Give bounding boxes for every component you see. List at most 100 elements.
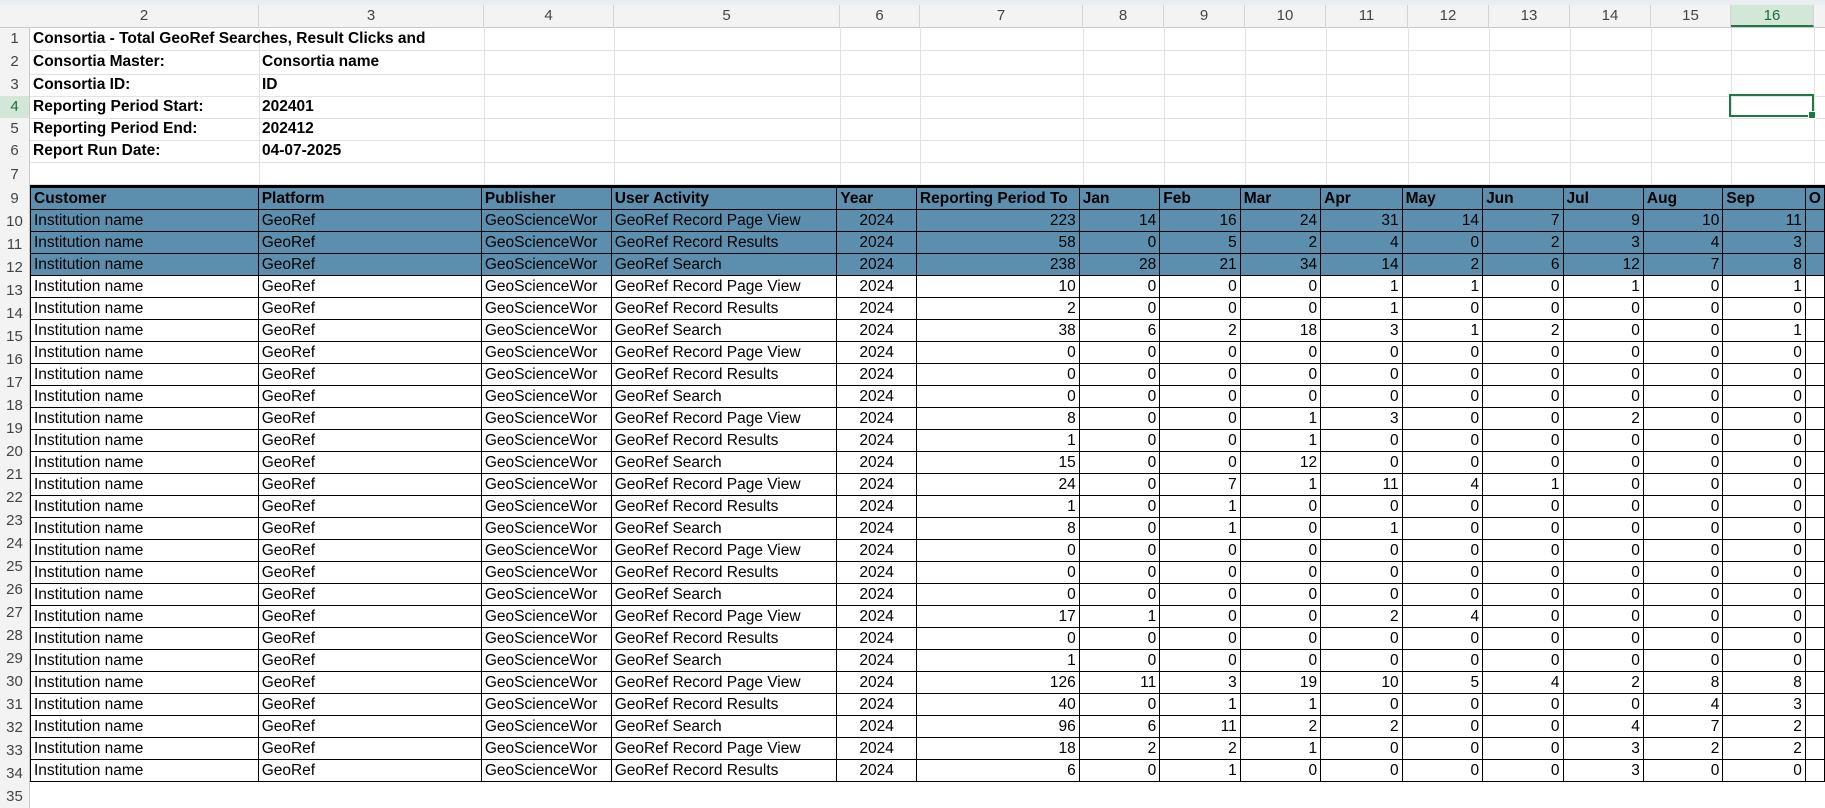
column-header-5[interactable]: 5	[614, 5, 840, 27]
run-date-label[interactable]: Report Run Date:	[30, 140, 255, 162]
table-cell[interactable]: 40	[915, 693, 1080, 716]
table-cell[interactable]: 0	[1401, 561, 1484, 584]
row-header-9[interactable]: 9	[0, 187, 30, 210]
table-cell[interactable]	[1804, 583, 1825, 606]
table-cell[interactable]: 0	[1320, 539, 1403, 562]
table-cell[interactable]: 11	[1722, 209, 1806, 232]
row-header-13[interactable]: 13	[0, 279, 30, 302]
table-cell[interactable]: 0	[1078, 517, 1161, 540]
table-cell[interactable]: GeoRef Search	[610, 385, 838, 408]
table-cell[interactable]: 1	[1239, 407, 1322, 430]
table-cell[interactable]: GeoRef Search	[610, 583, 838, 606]
consortia-master-label[interactable]: Consortia Master:	[30, 50, 255, 74]
table-cell[interactable]: 0	[1159, 407, 1241, 430]
table-cell[interactable]: GeoRef	[257, 693, 482, 716]
table-cell[interactable]: 0	[915, 583, 1080, 606]
table-cell[interactable]: 0	[1482, 429, 1564, 452]
table-cell[interactable]: 0	[1482, 693, 1564, 716]
table-cell[interactable]: 1	[1401, 319, 1484, 342]
table-cell[interactable]: 0	[1562, 583, 1644, 606]
table-cell[interactable]: 0	[1078, 385, 1161, 408]
table-cell[interactable]	[1804, 275, 1825, 298]
column-heading[interactable]: Jul	[1562, 187, 1644, 210]
table-cell[interactable]: 6	[1078, 319, 1161, 342]
row-header-26[interactable]: 26	[0, 578, 30, 601]
column-heading[interactable]: Sep	[1722, 187, 1806, 210]
table-cell[interactable]: 0	[915, 341, 1080, 364]
table-cell[interactable]: 2	[1239, 231, 1322, 254]
table-cell[interactable]: GeoRef	[257, 671, 482, 694]
table-cell[interactable]: 2	[1159, 319, 1241, 342]
table-cell[interactable]: 0	[1482, 451, 1564, 474]
table-cell[interactable]: 31	[1320, 209, 1403, 232]
table-cell[interactable]: 0	[1239, 297, 1322, 320]
table-cell[interactable]: GeoScienceWor	[480, 209, 612, 232]
table-cell[interactable]: 7	[1642, 253, 1724, 276]
table-cell[interactable]: 1	[1239, 473, 1322, 496]
table-cell[interactable]: 2	[1239, 715, 1322, 738]
table-cell[interactable]: GeoRef	[257, 649, 482, 672]
table-cell[interactable]: 2024	[836, 649, 917, 672]
table-cell[interactable]: 0	[1562, 627, 1644, 650]
table-cell[interactable]: 0	[1239, 275, 1322, 298]
spreadsheet[interactable]: 2 3 4 5 6 7 8 9 10 11 12 13 14 15 16 1 2 3 4 5 6 7 9 10 11 12 13 1…	[0, 0, 1825, 808]
table-cell[interactable]: 0	[1320, 385, 1403, 408]
column-header-3[interactable]: 3	[259, 5, 484, 27]
row-header-23[interactable]: 23	[0, 509, 30, 532]
table-cell[interactable]: 28	[1078, 253, 1161, 276]
table-cell[interactable]: 0	[1239, 341, 1322, 364]
table-cell[interactable]: 18	[1239, 319, 1322, 342]
table-cell[interactable]: GeoRef Record Results	[610, 561, 838, 584]
column-heading[interactable]: Platform	[257, 187, 482, 210]
table-cell[interactable]: 0	[1239, 561, 1322, 584]
table-cell[interactable]: 6	[1078, 715, 1161, 738]
table-cell[interactable]: 0	[1320, 363, 1403, 386]
table-cell[interactable]: 2024	[836, 429, 917, 452]
row-header-29[interactable]: 29	[0, 647, 30, 670]
table-cell[interactable]: 4	[1482, 671, 1564, 694]
table-cell[interactable]: GeoRef Record Page View	[610, 737, 838, 760]
table-cell[interactable]: 0	[1722, 561, 1806, 584]
table-cell[interactable]	[1804, 627, 1825, 650]
table-cell[interactable]: 0	[1482, 275, 1564, 298]
table-cell[interactable]: 1	[1562, 275, 1644, 298]
row-header-27[interactable]: 27	[0, 601, 30, 624]
table-cell[interactable]	[1804, 671, 1825, 694]
table-cell[interactable]: 0	[1078, 539, 1161, 562]
table-cell[interactable]: 1	[1159, 495, 1241, 518]
table-cell[interactable]: GeoRef	[257, 385, 482, 408]
table-cell[interactable]: 2024	[836, 539, 917, 562]
table-cell[interactable]: GeoRef Record Results	[610, 429, 838, 452]
table-cell[interactable]: 2024	[836, 385, 917, 408]
table-cell[interactable]: 0	[1562, 451, 1644, 474]
table-cell[interactable]: 1	[1239, 737, 1322, 760]
table-cell[interactable]: 0	[1482, 561, 1564, 584]
table-cell[interactable]	[1804, 473, 1825, 496]
table-cell[interactable]: 0	[1078, 363, 1161, 386]
table-cell[interactable]: Institution name	[30, 473, 259, 496]
table-cell[interactable]: 24	[1239, 209, 1322, 232]
table-cell[interactable]: 0	[1239, 605, 1322, 628]
row-header-14[interactable]: 14	[0, 302, 30, 325]
table-cell[interactable]: GeoScienceWor	[480, 275, 612, 298]
table-cell[interactable]: 0	[1722, 627, 1806, 650]
table-cell[interactable]: 2024	[836, 341, 917, 364]
row-header-6[interactable]: 6	[0, 140, 30, 162]
table-cell[interactable]: 1	[1401, 275, 1484, 298]
table-cell[interactable]: 0	[1078, 297, 1161, 320]
row-header-4[interactable]: 4	[0, 96, 30, 118]
table-cell[interactable]: 10	[915, 275, 1080, 298]
table-cell[interactable]: 0	[1562, 539, 1644, 562]
table-cell[interactable]: 2024	[836, 561, 917, 584]
table-cell[interactable]: 2024	[836, 209, 917, 232]
table-cell[interactable]: 0	[1078, 407, 1161, 430]
table-cell[interactable]: Institution name	[30, 715, 259, 738]
fill-handle[interactable]	[1808, 111, 1816, 119]
column-header-13[interactable]: 13	[1489, 5, 1570, 27]
table-cell[interactable]: GeoScienceWor	[480, 627, 612, 650]
table-cell[interactable]: 1	[1239, 693, 1322, 716]
table-cell[interactable]: GeoRef	[257, 341, 482, 364]
table-cell[interactable]: 0	[1642, 495, 1724, 518]
table-cell[interactable]: Institution name	[30, 495, 259, 518]
table-cell[interactable]: 3	[1562, 737, 1644, 760]
